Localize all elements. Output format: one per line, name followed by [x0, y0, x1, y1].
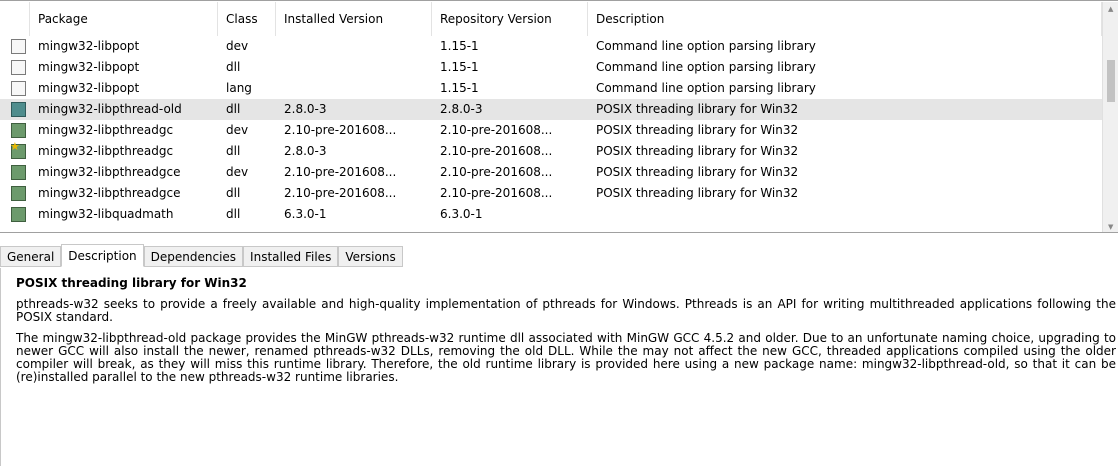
repository-version-cell: 2.10-pre-201608... [440, 144, 553, 158]
description-cell: POSIX threading library for Win32 [596, 186, 799, 200]
package-table: Package Class Installed Version Reposito… [0, 0, 1118, 233]
description-cell: POSIX threading library for Win32 [596, 144, 799, 158]
package-cell: mingw32-libpopt [38, 39, 140, 53]
class-cell: dll [226, 207, 241, 221]
description-cell [588, 204, 1102, 225]
table-row[interactable]: mingw32-libpthreadgce dll 2.10-pre-201608.… [0, 183, 1102, 204]
table-row[interactable]: mingw32-libpthreadgce dev 2.10-pre-201608.… [0, 162, 1102, 183]
header-repository-version[interactable]: Repository Version [432, 2, 588, 36]
status-checkbox[interactable] [0, 36, 30, 57]
repository-version-cell: 1.15-1 [440, 81, 479, 95]
description-cell: Command line option parsing library [596, 39, 816, 53]
package-cell: mingw32-libquadmath [38, 207, 174, 221]
class-cell: dll [226, 186, 241, 200]
package-cell: mingw32-libpopt [38, 60, 140, 74]
header-package[interactable]: Package [30, 2, 218, 36]
tab-versions[interactable]: Versions [338, 246, 403, 267]
package-cell: mingw32-libpthreadgc [38, 144, 174, 158]
class-cell: dev [226, 123, 249, 137]
installed-version-cell: 6.3.0-1 [284, 207, 327, 221]
class-cell: dll [226, 144, 241, 158]
package-cell: mingw32-libpthread-old [38, 102, 182, 116]
installed-version-cell: 2.10-pre-201608... [284, 123, 397, 137]
header-class[interactable]: Class [218, 2, 276, 36]
scroll-down-arrow-icon[interactable]: ▼ [1108, 223, 1113, 231]
installed-box-icon[interactable]: ★ [10, 141, 26, 159]
scroll-thumb[interactable] [1107, 60, 1115, 102]
installed-box-icon[interactable] [11, 207, 26, 222]
table-row[interactable]: mingw32-libpopt dll 1.15-1 Command line opt… [0, 57, 1102, 78]
package-cell: mingw32-libpthreadgce [38, 165, 181, 179]
repository-version-cell: 6.3.0-1 [440, 207, 483, 221]
package-cell: mingw32-libpthreadgc [38, 123, 174, 137]
class-cell: dev [226, 165, 249, 179]
installed-box-icon[interactable] [11, 123, 26, 138]
vertical-scrollbar[interactable]: ▲ ▼ [1102, 2, 1118, 232]
table-row[interactable]: mingw32-libpthread-old dll 2.8.0-3 2.8.0-3 P… [0, 99, 1102, 120]
table-body: mingw32-libpopt dev 1.15-1 Command line opt… [0, 36, 1102, 225]
status-checkbox[interactable] [0, 99, 30, 120]
class-cell: dev [226, 39, 249, 53]
status-checkbox[interactable] [0, 120, 30, 141]
installed-version-cell: 2.8.0-3 [284, 144, 327, 158]
status-checkbox[interactable] [0, 57, 30, 78]
description-panel: POSIX threading library for Win32 pthrea… [0, 268, 1118, 466]
table-header: Package Class Installed Version Reposito… [0, 2, 1102, 36]
unchecked-box-icon[interactable] [11, 81, 26, 96]
class-cell: dll [226, 102, 241, 116]
installed-version-cell: 2.10-pre-201608... [284, 186, 397, 200]
header-installed-version[interactable]: Installed Version [276, 2, 432, 36]
installed-version-cell [276, 36, 432, 57]
class-cell: dll [226, 60, 241, 74]
tab-description[interactable]: Description [61, 244, 144, 267]
package-cell: mingw32-libpthreadgce [38, 186, 181, 200]
installed-version-cell [276, 78, 432, 99]
table-row[interactable]: ★ mingw32-libpthreadgc dll 2.8.0-3 2.10-pre-… [0, 141, 1102, 162]
repository-version-cell: 1.15-1 [440, 39, 479, 53]
installed-version-cell: 2.10-pre-201608... [284, 165, 397, 179]
status-checkbox[interactable] [0, 162, 30, 183]
repository-version-cell: 2.8.0-3 [440, 102, 483, 116]
repository-version-cell: 2.10-pre-201608... [440, 186, 553, 200]
repository-version-cell: 1.15-1 [440, 60, 479, 74]
tab-dependencies[interactable]: Dependencies [143, 246, 244, 267]
details-tabs: General Description Dependencies Install… [0, 244, 403, 268]
upgrade-star-icon: ★ [10, 141, 20, 153]
header-description[interactable]: Description [588, 2, 1102, 36]
tab-installed-files[interactable]: Installed Files [243, 246, 339, 267]
installed-version-cell [276, 57, 432, 78]
description-cell: POSIX threading library for Win32 [596, 165, 799, 179]
description-cell: POSIX threading library for Win32 [596, 123, 799, 137]
header-status[interactable] [0, 2, 30, 36]
description-paragraph-1: pthreads-w32 seeks to provide a freely a… [16, 297, 1116, 324]
description-cell: Command line option parsing library [596, 81, 816, 95]
table-row[interactable]: mingw32-libquadmath dll 6.3.0-1 6.3.0-1 [0, 204, 1102, 225]
unchecked-box-icon[interactable] [11, 39, 26, 54]
installed-box-icon[interactable] [11, 186, 26, 201]
table-row[interactable]: mingw32-libpthreadgc dev 2.10-pre-201608..… [0, 120, 1102, 141]
class-cell: lang [226, 81, 252, 95]
status-checkbox[interactable] [0, 78, 30, 99]
installed-version-cell: 2.8.0-3 [284, 102, 327, 116]
installed-box-icon[interactable] [11, 102, 26, 117]
installed-box-icon[interactable] [11, 165, 26, 180]
description-paragraph-2: The mingw32-libpthread-old package provi… [16, 331, 1116, 384]
description-title: POSIX threading library for Win32 [16, 276, 247, 290]
status-checkbox[interactable]: ★ [0, 141, 30, 162]
description-cell: Command line option parsing library [596, 60, 816, 74]
status-checkbox[interactable] [0, 183, 30, 204]
table-row[interactable]: mingw32-libpopt dev 1.15-1 Command line opt… [0, 36, 1102, 57]
status-checkbox[interactable] [0, 204, 30, 225]
scroll-up-arrow-icon[interactable]: ▲ [1108, 5, 1113, 13]
tab-general[interactable]: General [0, 246, 62, 267]
repository-version-cell: 2.10-pre-201608... [440, 123, 553, 137]
table-row[interactable]: mingw32-libpopt lang 1.15-1 Command line op… [0, 78, 1102, 99]
package-cell: mingw32-libpopt [38, 81, 140, 95]
repository-version-cell: 2.10-pre-201608... [440, 165, 553, 179]
description-cell: POSIX threading library for Win32 [596, 102, 799, 116]
unchecked-box-icon[interactable] [11, 60, 26, 75]
